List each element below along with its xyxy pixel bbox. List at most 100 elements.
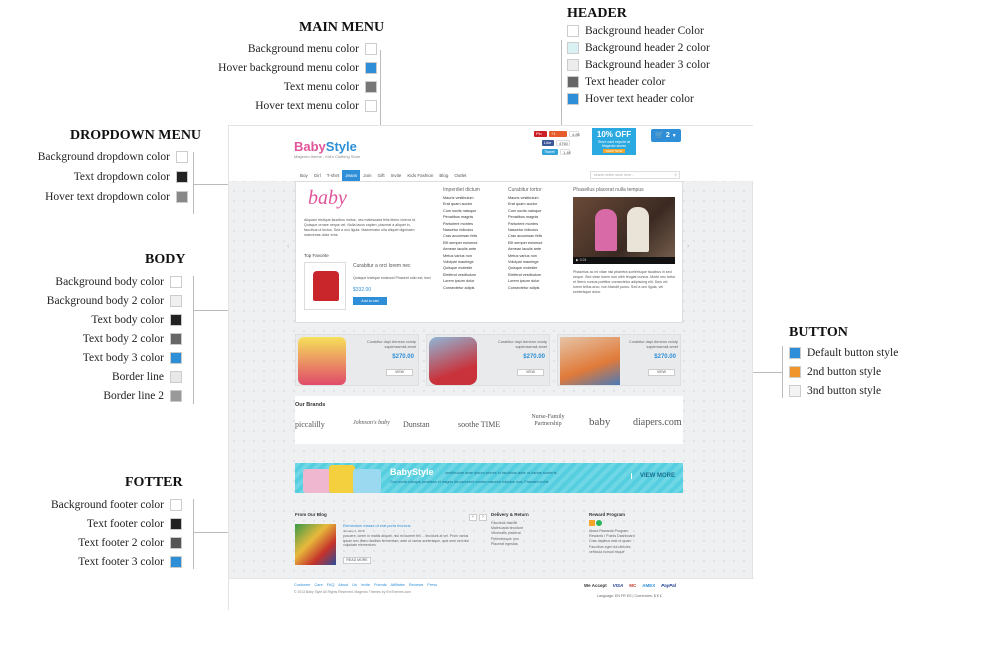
footer-annotation-row: Text footer 2 color (78, 537, 182, 549)
footer-copyright: © 2013 Baby Style All Rights Reserved. M… (294, 590, 412, 594)
dropdown-title: DROPDOWN MENU (70, 128, 202, 143)
menu-item-gift[interactable]: Gift (375, 170, 388, 181)
color-swatch (789, 366, 801, 378)
list-item[interactable]: vehicula cursus risque (589, 550, 635, 555)
header-annotation-row: Background header 3 color (567, 59, 710, 71)
view-button[interactable]: VIEW (386, 369, 413, 376)
list-item[interactable]: Cras accumsan felis (443, 233, 477, 239)
footer-links[interactable]: Customer Care FAQ About Us Invite Friend… (294, 583, 437, 587)
menu-item-invite[interactable]: Invite (388, 170, 405, 181)
product-price: $270.00 (392, 354, 414, 360)
slider-next-icon[interactable]: › (687, 243, 689, 250)
video-child-figure (627, 207, 649, 252)
view-button[interactable]: VIEW (648, 369, 675, 376)
blog-post-title[interactable]: Elementum massa ut erat porta rhoncus (343, 524, 411, 528)
share-count-icon: 4.8K (569, 131, 580, 137)
color-label: Text body color (91, 314, 164, 326)
color-swatch (176, 171, 188, 183)
color-swatch (176, 191, 188, 203)
footer-columns: From Our Blog ‹ › Elementum massa ut era… (295, 512, 683, 578)
promo-badge[interactable]: 10% OFF Store card require at Magento st… (592, 128, 636, 155)
list-item[interactable]: Lorem ipsum dolor (508, 278, 542, 284)
brand-logo[interactable]: Johnson's baby (353, 420, 390, 426)
video-controls[interactable]: ▶ 0:24 (573, 257, 675, 264)
brand-logo[interactable]: Dunstan (403, 420, 430, 429)
favorite-product-name[interactable]: Curabitur a orci lorem nec (353, 264, 411, 269)
color-label: Background body color (55, 276, 164, 288)
list-item[interactable]: Penatibus magnis (443, 214, 477, 220)
button-annotation-row: 3nd button style (789, 385, 881, 397)
cart-button[interactable]: 🛒 2 ▼ (651, 129, 681, 142)
menu-item-boy[interactable]: Boy (297, 170, 311, 181)
list-item[interactable]: Lorem ipsum dolor (443, 278, 477, 284)
language-currency[interactable]: Language: EN FR ES | Currencies: $ € £ (597, 594, 662, 598)
promo-banner[interactable]: BabyStyle vestibulum ante ipsum primis i… (295, 463, 683, 493)
product-card[interactable]: Curabitur dapi Aenean volutp sapienssmsi… (295, 334, 419, 386)
dropdown-col1-list: Mauris vestibulum Erat quam auctor Cum soc… (443, 195, 477, 291)
menu-item-kids-fashion[interactable]: Kids Fashion (404, 170, 436, 181)
list-item[interactable]: Cras accumsan felis (508, 233, 542, 239)
product-card[interactable]: Curabitur dapi Aenean volutp sapienssmsi… (557, 334, 681, 386)
google-plus-icon[interactable]: +1 (549, 131, 567, 137)
menu-item-outlet[interactable]: Outlet (451, 170, 469, 181)
add-to-cart-button[interactable]: Add to cart (353, 297, 387, 305)
blog-prev-icon[interactable]: ‹ (469, 514, 477, 521)
menu-item-blog[interactable]: Blog (436, 170, 451, 181)
color-swatch (789, 347, 801, 359)
chevron-down-icon: ▼ (671, 133, 677, 139)
list-item[interactable]: Cras dapibus erat ut quam (589, 539, 635, 544)
brand-logo[interactable]: Nurse-Family Partnership (525, 414, 571, 428)
blog-post-image[interactable] (295, 524, 336, 565)
menu-item-jeans[interactable]: Jeans (342, 170, 361, 181)
color-label: Background header Color (585, 25, 704, 37)
main_menu-annotation-row: Text menu color (284, 81, 377, 93)
list-item[interactable]: Penatibus magnis (508, 214, 542, 220)
product-name[interactable]: Curabitur dapi Aenean volutp sapienssmsi… (479, 340, 547, 349)
product-image[interactable] (298, 337, 346, 385)
facebook-like-icon[interactable]: Like (542, 140, 554, 146)
color-label: Background dropdown color (37, 151, 170, 163)
search-icon[interactable]: ⚲ (674, 172, 677, 178)
site-logo[interactable]: BabyStyle (294, 139, 357, 154)
color-swatch (567, 42, 579, 54)
read-more-button[interactable]: READ MORE (343, 557, 371, 564)
list-item[interactable]: Quisque molestie (443, 265, 477, 271)
favorite-product-image[interactable] (304, 262, 346, 310)
product-name[interactable]: Curabitur dapi Aenean volutp sapienssmsi… (610, 340, 678, 349)
twitter-icon[interactable]: Tweet (542, 149, 558, 155)
site-header: BabyStyle Magento theme - Kid's Clothing… (229, 126, 754, 181)
brand-logo[interactable]: piccalilly (295, 420, 325, 429)
product-card[interactable]: Curabitur dapi Aenean volutp sapienssmsi… (426, 334, 550, 386)
product-name[interactable]: Curabitur dapi Aenean volutp sapienssmsi… (348, 340, 416, 349)
promo-text: Store card require at Magento stores (598, 140, 630, 148)
pinterest-icon[interactable]: Pin (534, 131, 547, 137)
brand-logo[interactable]: diapers.com (633, 417, 682, 428)
search-input[interactable]: search entire store here... ⚲ (590, 171, 680, 179)
blog-next-icon[interactable]: › (479, 514, 487, 521)
video-player[interactable]: ▶ 0:24 (573, 197, 675, 264)
menu-item-join[interactable]: Join (360, 170, 374, 181)
list-item[interactable]: Quisque molestie (508, 265, 542, 271)
menu-item-t-shirt[interactable]: T-shirt (324, 170, 343, 181)
slider-prev-icon[interactable]: ‹ (287, 243, 289, 250)
product-image[interactable] (429, 337, 477, 385)
color-swatch (789, 385, 801, 397)
list-item[interactable]: Consectetur adipis (443, 285, 477, 291)
menu-item-girl[interactable]: Girl (311, 170, 324, 181)
dropdown-col1-title: Imperdiet dictum (443, 187, 480, 193)
color-swatch (170, 537, 182, 549)
list-item[interactable]: Aenean iaculis ante (443, 246, 477, 252)
view-more-button[interactable]: VIEW MORE (630, 473, 675, 479)
promo-button[interactable]: SHOP NOW (603, 149, 625, 153)
brand-logo[interactable]: soothe TIME (458, 420, 500, 429)
list-item[interactable]: Placerat egestas (491, 542, 523, 547)
list-item[interactable]: Consectetur adipis (508, 285, 542, 291)
view-button[interactable]: VIEW (517, 369, 544, 376)
brand-logo[interactable]: baby (589, 416, 610, 428)
list-item[interactable]: Aenean iaculis ante (508, 246, 542, 252)
product-price: $270.00 (654, 354, 676, 360)
dropdown-col3-title: Phasellus placerat nulla tempus (573, 187, 644, 193)
body-annotation-row: Text body color (91, 314, 182, 326)
color-swatch (365, 43, 377, 55)
list-item[interactable]: Venenatis placerat (491, 531, 523, 536)
